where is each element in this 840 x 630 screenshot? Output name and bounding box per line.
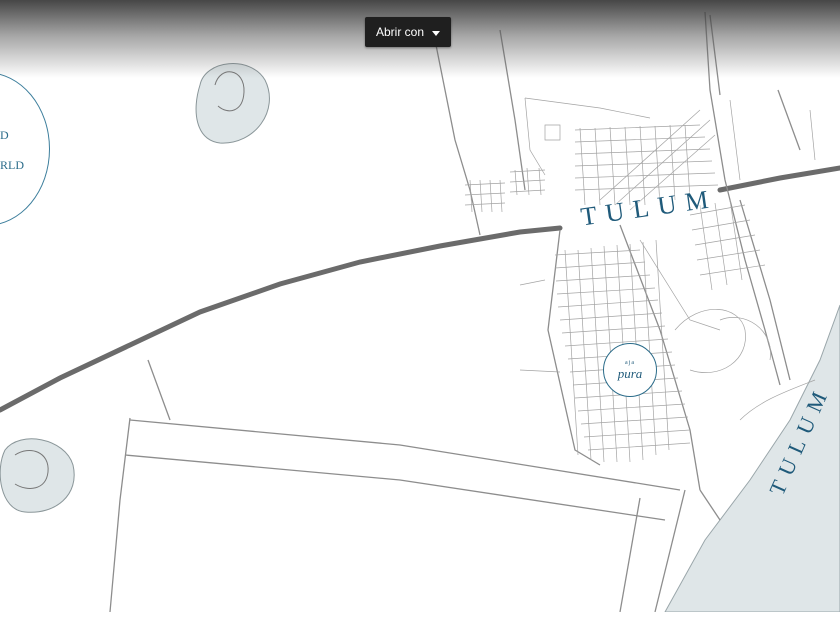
town-street-grid — [464, 97, 816, 463]
open-with-label: Abrir con — [375, 25, 425, 39]
highway-main — [0, 225, 563, 413]
lagoon-1 — [195, 63, 270, 144]
pura-location-marker[interactable]: aja pura — [603, 343, 657, 397]
viewer-bottom-strip — [0, 612, 840, 630]
badge-text-line-1: D — [0, 128, 9, 142]
pura-marker-label: pura — [617, 366, 643, 381]
map-drawing — [0, 11, 840, 613]
map-image — [0, 0, 840, 630]
lagoon-2 — [0, 438, 75, 513]
open-with-button[interactable]: Abrir con — [365, 17, 451, 47]
highway-east — [717, 165, 840, 193]
badge-text-line-2: RLD — [0, 158, 24, 172]
sea-area — [664, 304, 840, 613]
caret-down-icon — [432, 30, 441, 36]
image-viewer: D RLD TULUM TULUM aja pura Abrir con — [0, 0, 840, 630]
